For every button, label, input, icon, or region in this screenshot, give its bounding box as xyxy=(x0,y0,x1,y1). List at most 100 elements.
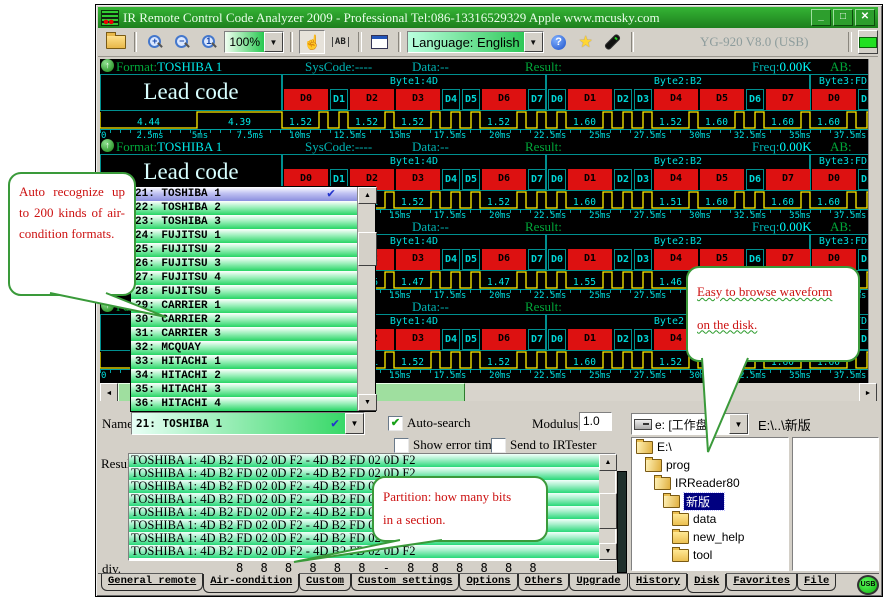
zoom-in-button[interactable]: + xyxy=(143,31,167,53)
checkbox-checked-icon[interactable]: ✔ xyxy=(388,416,403,431)
tab-disk[interactable]: Disk xyxy=(687,574,726,593)
show-error-time-checkbox[interactable]: Show error time xyxy=(394,437,497,453)
scrollbar-track[interactable] xyxy=(599,471,615,543)
tree-item-root[interactable]: 新版 xyxy=(632,492,788,510)
tab-upgrade[interactable]: Upgrade xyxy=(569,574,627,591)
tree-item-prog[interactable]: prog xyxy=(632,456,788,474)
title-bar[interactable]: IR Remote Control Code Analyzer 2009 - P… xyxy=(98,7,878,28)
format-list-item[interactable]: 35: HITACHI 3 xyxy=(131,383,357,397)
tab-file[interactable]: File xyxy=(797,574,836,591)
format-list-item[interactable]: 26: FUJITSU 3 xyxy=(131,257,357,271)
up-arrow-icon[interactable]: ↑ xyxy=(101,59,114,72)
help-button[interactable]: ? xyxy=(547,31,571,53)
maximize-button[interactable]: □ xyxy=(833,9,853,26)
checkbox-icon[interactable] xyxy=(491,438,506,453)
scroll-left-icon[interactable]: ◄ xyxy=(100,383,118,403)
zoom-level-combo[interactable]: 100% ▼ xyxy=(224,31,284,53)
close-button[interactable]: ✕ xyxy=(855,9,875,26)
format-list-item[interactable]: 32: MCQUAY xyxy=(131,341,357,355)
bit-cell-d5: D5 xyxy=(700,89,744,110)
format-list-item-label: 27: FUJITSU 4 xyxy=(135,272,221,284)
send-to-irtester-checkbox[interactable]: Send to IRTester xyxy=(491,437,596,453)
tab-options[interactable]: Options xyxy=(459,574,517,591)
format-name-combo[interactable]: 21: TOSHIBA 1✔ ▼ xyxy=(131,412,365,435)
chevron-down-icon[interactable]: ▼ xyxy=(264,32,283,52)
bit-cell-d1: D1 xyxy=(330,89,348,110)
tab-custom[interactable]: Custom xyxy=(299,574,351,591)
tree-item-newhelp[interactable]: new_help xyxy=(632,528,788,546)
scroll-up-icon[interactable]: ▲ xyxy=(599,454,617,471)
bubble-tail xyxy=(676,356,760,456)
file-list[interactable] xyxy=(792,437,879,571)
format-list-item[interactable]: 27: FUJITSU 4 xyxy=(131,271,357,285)
format-list-item[interactable]: 23: TOSHIBA 3 xyxy=(131,215,357,229)
data-label: Data:-- xyxy=(412,299,449,315)
scroll-right-icon[interactable]: ► xyxy=(859,383,877,403)
remote-button[interactable] xyxy=(601,31,625,53)
svg-text:1.52: 1.52 xyxy=(401,357,424,368)
byte-group: Byte3:FDD0D1 xyxy=(810,74,868,111)
data-label: Data:-- xyxy=(412,59,449,75)
format-list-item[interactable]: 31: CARRIER 3 xyxy=(131,327,357,341)
byte-label: Byte1:4D xyxy=(283,75,545,89)
connection-led-button[interactable] xyxy=(858,30,878,54)
scrollbar-track[interactable] xyxy=(358,204,375,394)
open-file-button[interactable] xyxy=(104,31,128,53)
tab-history[interactable]: History xyxy=(629,574,687,591)
language-combo[interactable]: Language: English ▼ xyxy=(407,31,544,53)
format-list-item[interactable]: 36: HITACHI 4 xyxy=(131,397,357,411)
hand-icon: ☝ xyxy=(304,34,321,51)
scrollbar-thumb[interactable] xyxy=(599,493,617,529)
format-value: TOSHIBA 1 xyxy=(157,59,222,74)
modulus-input[interactable]: 1.0 xyxy=(579,412,612,431)
format-list-item[interactable]: 21: TOSHIBA 1✔ xyxy=(131,187,357,201)
minimize-button[interactable]: _ xyxy=(811,9,831,26)
up-arrow-icon[interactable]: ↑ xyxy=(101,139,114,152)
waveform-row[interactable]: ↑Format:TOSHIBA 1SysCode:----Data:--Resu… xyxy=(100,59,868,139)
tree-item-irreader80[interactable]: IRReader80 xyxy=(632,474,788,492)
tab-favorites[interactable]: Favorites xyxy=(726,574,797,591)
format-list-item[interactable]: 25: FUJITSU 2 xyxy=(131,243,357,257)
tree-item-data[interactable]: data xyxy=(632,510,788,528)
bit-cell-d0: D0 xyxy=(548,329,566,350)
zoom-reset-button[interactable]: 1 xyxy=(197,31,221,53)
pan-tool-button[interactable]: ☝ xyxy=(299,30,325,54)
format-list-item[interactable]: 33: HITACHI 1 xyxy=(131,355,357,369)
measure-ab-button[interactable]: AB xyxy=(328,31,352,53)
format-list-item[interactable]: 34: HITACHI 2 xyxy=(131,369,357,383)
tab-air-condition[interactable]: Air-condition xyxy=(203,574,299,593)
usb-status-badge: USB xyxy=(857,575,879,595)
zoom-level-value: 100% xyxy=(225,32,264,52)
checkbox-icon[interactable] xyxy=(394,438,409,453)
favorites-button[interactable]: ★ xyxy=(574,31,598,53)
tree-item-tool[interactable]: tool xyxy=(632,546,788,564)
bit-cell-d4: D4 xyxy=(654,89,698,110)
result-label: Result: xyxy=(525,59,562,75)
svg-text:1.52: 1.52 xyxy=(401,197,424,208)
bit-cell-d5: D5 xyxy=(700,169,744,190)
scroll-down-icon[interactable]: ▼ xyxy=(599,543,617,560)
format-list-item-label: 23: TOSHIBA 3 xyxy=(135,216,221,228)
format-list-item[interactable]: 24: FUJITSU 1 xyxy=(131,229,357,243)
folder-tree[interactable]: E:\progIRReader80新版datanew_helptool xyxy=(631,437,789,571)
tab-custom-settings[interactable]: Custom settings xyxy=(351,574,460,591)
svg-text:1.52: 1.52 xyxy=(289,117,312,128)
result-scrollbar[interactable]: ▲ ▼ xyxy=(599,454,615,560)
auto-search-checkbox[interactable]: ✔ Auto-search xyxy=(388,415,471,431)
tab-others[interactable]: Others xyxy=(518,574,570,591)
zoom-out-button[interactable]: − xyxy=(170,31,194,53)
scrollbar-thumb[interactable] xyxy=(358,232,377,266)
scrollbar-track[interactable] xyxy=(465,383,859,401)
time-tick-label: 0 xyxy=(101,371,106,381)
freq-value: 0.00K xyxy=(779,219,811,234)
panel-splitter[interactable] xyxy=(617,471,627,573)
scroll-down-icon[interactable]: ▼ xyxy=(358,394,377,411)
tab-general-remote[interactable]: General remote xyxy=(101,574,203,591)
scroll-up-icon[interactable]: ▲ xyxy=(358,187,377,204)
new-window-button[interactable] xyxy=(368,31,392,53)
svg-text:1.60: 1.60 xyxy=(771,117,794,128)
chevron-down-icon[interactable]: ▼ xyxy=(345,413,364,434)
format-list-item[interactable]: 22: TOSHIBA 2 xyxy=(131,201,357,215)
chevron-down-icon[interactable]: ▼ xyxy=(524,32,543,52)
list-scrollbar[interactable]: ▲ ▼ xyxy=(357,187,375,411)
